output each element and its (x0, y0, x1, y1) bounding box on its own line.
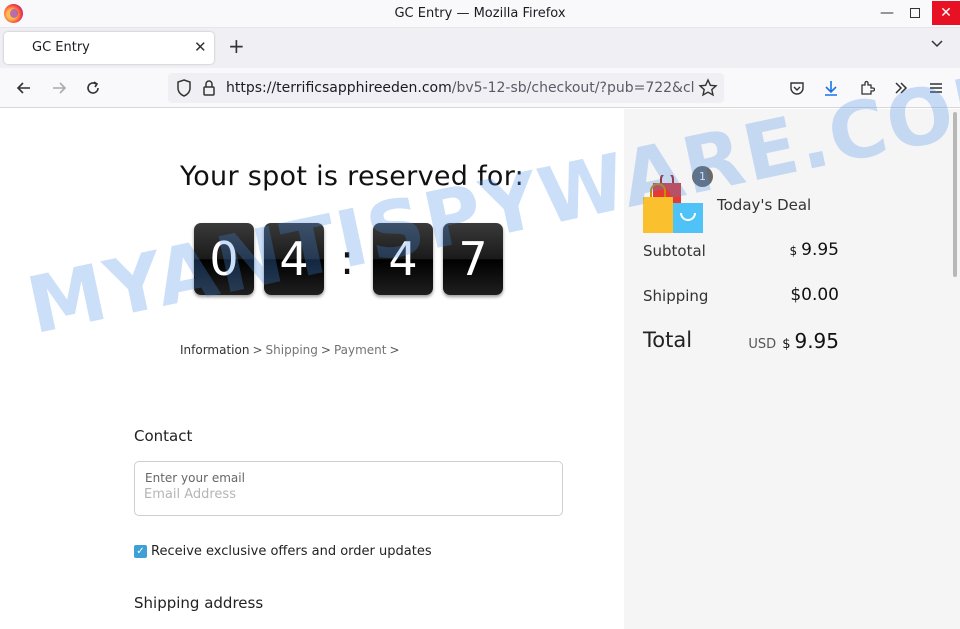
subtotal-currency: $ (789, 244, 798, 258)
downloads-button[interactable] (820, 77, 842, 99)
new-tab-button[interactable]: + (228, 36, 245, 56)
close-tab-icon[interactable]: ✕ (194, 38, 207, 56)
page-content: Your spot is reserved for: 0 4 : 4 7 Inf… (0, 51, 960, 629)
navigation-toolbar: https://terrificsapphireeden.com/bv5-12-… (0, 68, 960, 108)
reserved-heading: Your spot is reserved for: (180, 161, 525, 192)
hamburger-menu-icon (930, 83, 942, 93)
product-name: Today's Deal (717, 196, 812, 214)
url-path: /bv5-12-sb/checkout/?pub=722&cli (451, 80, 694, 96)
email-field[interactable]: Enter your email (134, 461, 563, 516)
shipping-label: Shipping (643, 287, 709, 305)
app-menu-button[interactable] (925, 77, 947, 99)
total-currency-code: USD (748, 337, 777, 352)
download-icon (825, 81, 837, 96)
timer-digit: 4 (373, 223, 433, 295)
chevrons-right-icon (895, 82, 908, 94)
total-amount: 9.95 (794, 329, 839, 353)
breadcrumb-shipping[interactable]: Shipping (266, 343, 318, 357)
offers-checkbox-label[interactable]: Receive exclusive offers and order updat… (151, 544, 432, 559)
breadcrumb-separator: > (320, 343, 331, 357)
cart-count-badge: 1 (692, 166, 713, 187)
url-domain: https://terrificsapphireeden.com (226, 80, 452, 96)
timer-colon: : (340, 235, 355, 284)
breadcrumb-payment[interactable]: Payment (334, 343, 387, 357)
overflow-menu-button[interactable] (890, 77, 912, 99)
url-text[interactable]: https://terrificsapphireeden.com/bv5-12-… (226, 80, 694, 96)
maximize-icon (910, 8, 920, 18)
puzzle-icon (861, 80, 875, 95)
timer-digit: 4 (264, 223, 324, 295)
bookmark-star-icon[interactable] (698, 78, 718, 98)
reload-icon (87, 81, 99, 94)
breadcrumb-separator: > (389, 343, 400, 357)
extensions-button[interactable] (856, 77, 878, 99)
pocket-icon (790, 82, 804, 95)
timer-digit: 0 (194, 223, 254, 295)
reload-button[interactable] (82, 77, 104, 99)
subtotal-amount: 9.95 (801, 240, 839, 260)
forward-button[interactable] (48, 77, 70, 99)
contact-heading: Contact (134, 427, 193, 445)
title-bar: GC Entry — Mozilla Firefox — ✕ (0, 0, 960, 28)
url-bar[interactable]: https://terrificsapphireeden.com/bv5-12-… (168, 73, 724, 103)
back-button[interactable] (13, 77, 35, 99)
tab-title: GC Entry (32, 40, 90, 55)
tab-gc-entry[interactable]: GC Entry ✕ (4, 32, 214, 64)
email-input[interactable] (144, 487, 544, 502)
arrow-right-icon (53, 82, 67, 94)
shipping-value: $0.00 (790, 285, 839, 305)
breadcrumb-information[interactable]: Information (180, 343, 249, 357)
pocket-button[interactable] (786, 77, 808, 99)
scrollbar[interactable] (953, 112, 957, 277)
total-value: USD $9.95 (748, 329, 839, 353)
window-title: GC Entry — Mozilla Firefox (394, 6, 566, 21)
subtotal-label: Subtotal (643, 242, 706, 260)
total-currency: $ (782, 337, 791, 352)
timer-digit: 7 (443, 223, 503, 295)
shipping-address-heading: Shipping address (134, 594, 264, 612)
close-window-button[interactable]: ✕ (932, 1, 960, 25)
arrow-left-icon (16, 82, 30, 94)
tab-strip: GC Entry ✕ + (0, 28, 960, 68)
shield-icon[interactable] (174, 78, 194, 98)
lock-icon[interactable] (200, 78, 218, 98)
subtotal-value: $9.95 (790, 240, 840, 260)
list-all-tabs-icon[interactable] (930, 37, 944, 51)
maximize-button[interactable] (898, 0, 932, 26)
checkout-breadcrumb: Information > Shipping > Payment > (180, 343, 403, 357)
total-label: Total (643, 328, 693, 352)
offers-checkbox[interactable]: ✓ (134, 545, 147, 558)
breadcrumb-separator: > (252, 343, 263, 357)
email-label: Enter your email (145, 471, 245, 485)
